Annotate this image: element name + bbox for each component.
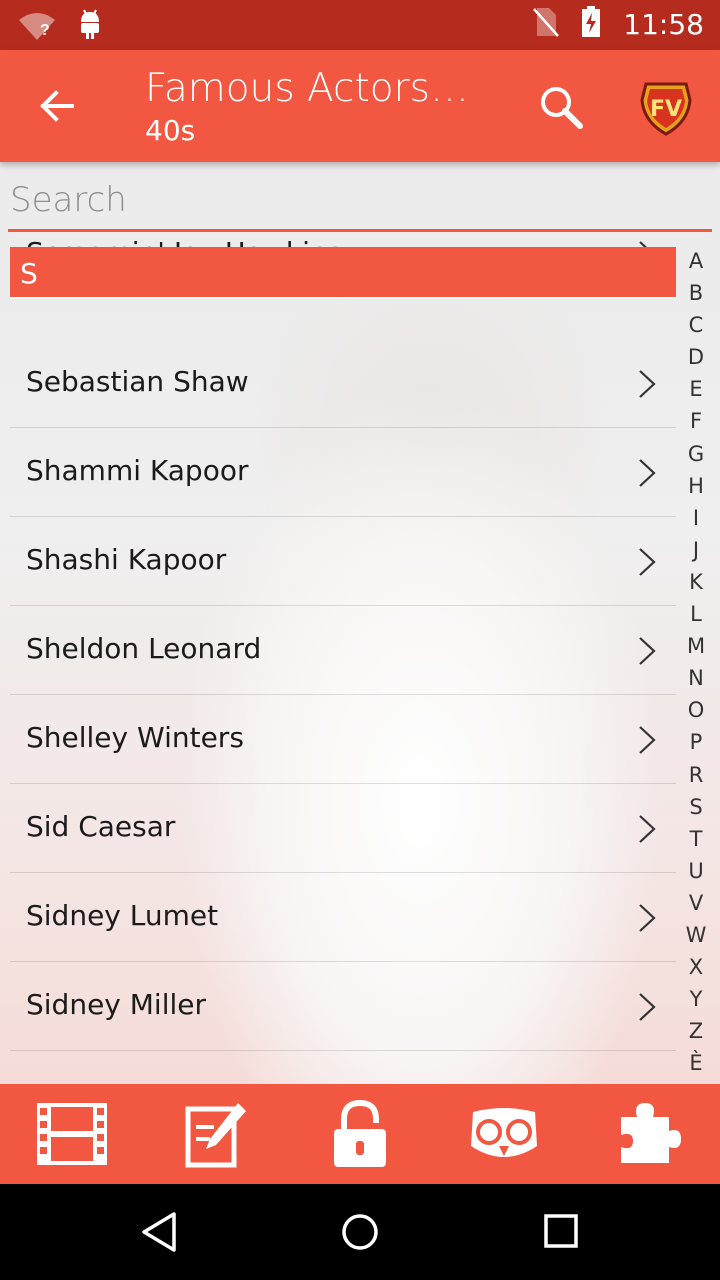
wifi-icon: ? bbox=[18, 12, 56, 42]
alphabet-letter[interactable]: P bbox=[678, 730, 714, 762]
search-button[interactable] bbox=[536, 82, 586, 132]
bottom-tab-bar bbox=[0, 1084, 720, 1184]
app-logo[interactable]: FV bbox=[636, 78, 696, 138]
chevron-right-icon bbox=[639, 815, 656, 843]
clock: 11:58 bbox=[623, 8, 704, 41]
alphabet-letter[interactable]: B bbox=[678, 281, 714, 313]
list-item[interactable]: Sebastian Shaw bbox=[10, 339, 676, 428]
chevron-right-icon bbox=[639, 548, 656, 576]
edit-icon bbox=[185, 1103, 246, 1168]
list-item[interactable]: Sidney Lumet bbox=[10, 873, 676, 962]
logo-text: FV bbox=[650, 97, 682, 122]
alphabet-letter[interactable]: K bbox=[678, 570, 714, 602]
chevron-right-icon bbox=[639, 904, 656, 932]
list-item-label: Shashi Kapoor bbox=[26, 543, 227, 576]
alphabet-letter[interactable]: J bbox=[678, 538, 714, 570]
system-nav-bar bbox=[0, 1184, 720, 1280]
chevron-right-icon bbox=[639, 726, 656, 754]
list-item[interactable]: Shashi Kapoor bbox=[10, 517, 676, 606]
actor-list-screen: Search Screamin' Jay Hawkins Sebastian S… bbox=[0, 162, 720, 1084]
tab-movies[interactable] bbox=[34, 1098, 110, 1170]
alphabet-letter[interactable]: M bbox=[678, 634, 714, 666]
fv-shield-icon: FV bbox=[640, 82, 692, 136]
arrow-back-icon bbox=[40, 90, 74, 122]
chevron-right-icon bbox=[639, 637, 656, 665]
alphabet-letter[interactable]: N bbox=[678, 666, 714, 698]
alphabet-letter[interactable]: È bbox=[678, 1051, 714, 1083]
alphabet-letter[interactable]: I bbox=[678, 506, 714, 538]
nav-home-icon[interactable] bbox=[338, 1210, 382, 1254]
alphabet-letter[interactable]: H bbox=[678, 474, 714, 506]
wifi-badge: ? bbox=[40, 21, 50, 39]
alphabet-letter[interactable]: U bbox=[678, 859, 714, 891]
tab-extras[interactable] bbox=[610, 1098, 686, 1170]
unlock-icon bbox=[334, 1099, 386, 1167]
alphabet-letter[interactable]: S bbox=[678, 795, 714, 827]
list-item-label: Shammi Kapoor bbox=[26, 454, 249, 487]
list-item[interactable]: Sheldon Leonard bbox=[10, 606, 676, 695]
nav-back-icon[interactable] bbox=[138, 1210, 182, 1254]
alphabet-letter[interactable]: D bbox=[678, 345, 714, 377]
nav-recents-icon[interactable] bbox=[540, 1210, 584, 1254]
back-button[interactable] bbox=[28, 80, 84, 132]
list-item[interactable]: Sidney Miller bbox=[10, 962, 676, 1051]
search-icon bbox=[541, 87, 583, 129]
tab-owl[interactable] bbox=[466, 1098, 542, 1170]
alphabet-index[interactable]: ABCDEFGHIJKLMNOPRSTUVWXYZÈ bbox=[678, 249, 714, 1083]
battery-charging-icon bbox=[581, 6, 601, 43]
alphabet-letter[interactable]: L bbox=[678, 602, 714, 634]
android-icon bbox=[78, 8, 102, 45]
list-item-label: Sidney Miller bbox=[26, 988, 207, 1021]
chevron-right-icon bbox=[639, 459, 656, 487]
no-sim-icon bbox=[533, 6, 560, 43]
list-item[interactable]: Shammi Kapoor bbox=[10, 428, 676, 517]
alphabet-letter[interactable]: Y bbox=[678, 987, 714, 1019]
alphabet-letter[interactable]: X bbox=[678, 955, 714, 987]
page-subtitle: 40s bbox=[145, 114, 196, 147]
chevron-right-icon bbox=[639, 370, 656, 398]
list-item-label: Sebastian Shaw bbox=[26, 365, 249, 398]
chevron-right-icon bbox=[639, 993, 656, 1021]
section-header: S bbox=[10, 247, 676, 299]
list-item[interactable]: Shelley Winters bbox=[10, 695, 676, 784]
alphabet-letter[interactable]: T bbox=[678, 827, 714, 859]
alphabet-letter[interactable]: W bbox=[678, 923, 714, 955]
list-item-label: Shelley Winters bbox=[26, 721, 244, 754]
list-item[interactable]: Sid Caesar bbox=[10, 784, 676, 873]
alphabet-letter[interactable]: F bbox=[678, 409, 714, 441]
app-toolbar: Famous Actors a… 40s FV bbox=[0, 50, 720, 162]
tab-unlock[interactable] bbox=[322, 1098, 398, 1170]
alphabet-letter[interactable]: R bbox=[678, 763, 714, 795]
list-item-label: Sid Caesar bbox=[26, 810, 176, 843]
alphabet-letter[interactable]: C bbox=[678, 313, 714, 345]
alphabet-letter[interactable]: E bbox=[678, 377, 714, 409]
list-item-label: Sheldon Leonard bbox=[26, 632, 262, 665]
alphabet-letter[interactable]: O bbox=[678, 698, 714, 730]
page-title: Famous Actors a… bbox=[145, 66, 475, 111]
film-icon bbox=[37, 1103, 107, 1165]
alphabet-letter[interactable]: V bbox=[678, 891, 714, 923]
alphabet-letter[interactable]: A bbox=[678, 249, 714, 281]
alphabet-letter[interactable]: G bbox=[678, 442, 714, 474]
tab-quiz[interactable] bbox=[178, 1098, 254, 1170]
puzzle-icon bbox=[621, 1103, 681, 1163]
alphabet-letter[interactable]: Z bbox=[678, 1019, 714, 1051]
list-item-label: Sidney Lumet bbox=[26, 899, 219, 932]
owl-icon bbox=[471, 1108, 537, 1157]
status-bar: ? 11:58 bbox=[0, 0, 720, 50]
